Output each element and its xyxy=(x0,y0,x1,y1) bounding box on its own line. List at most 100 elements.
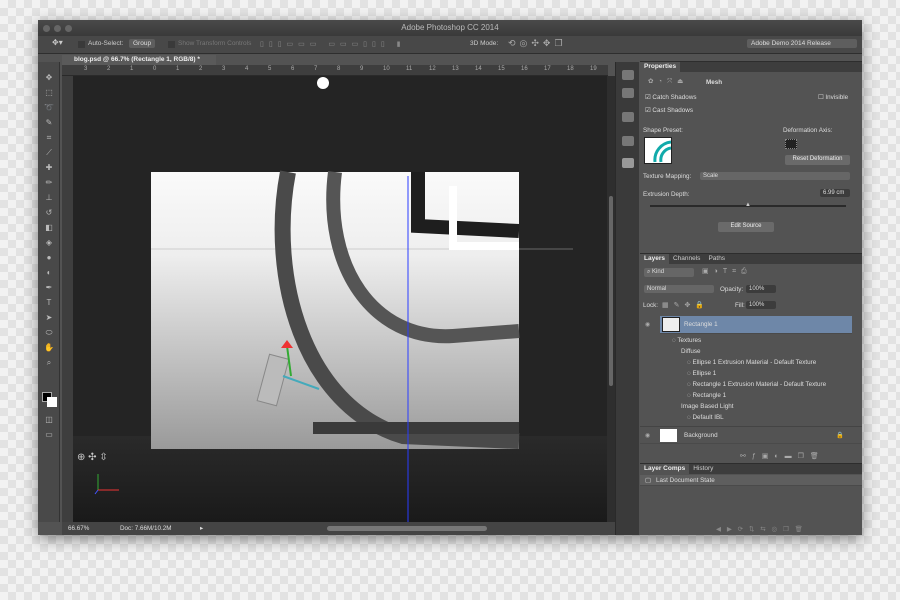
texture-item[interactable]: ◌ Ellipse 1 Extrusion Material - Default… xyxy=(687,359,816,366)
close-button[interactable] xyxy=(43,25,50,32)
blend-mode-dropdown[interactable]: Normal xyxy=(644,285,714,293)
lock-icons[interactable]: ▦✎✥🔒 xyxy=(662,301,709,309)
edit-source-button[interactable]: Edit Source xyxy=(718,222,774,232)
filter-type-icons[interactable]: ▣◑T⌗⎙ xyxy=(702,267,752,276)
3d-light-widget[interactable] xyxy=(317,77,329,89)
property-type-icons[interactable]: ✿◔⤧⏏ xyxy=(648,78,688,86)
layer-filter-kind[interactable]: Kind xyxy=(652,269,664,275)
deformation-axis-widget[interactable] xyxy=(785,139,797,149)
fill-input[interactable]: 100% xyxy=(746,301,776,309)
extrusion-depth-input[interactable]: 6.99 cm xyxy=(820,189,850,197)
auto-select-checkbox[interactable] xyxy=(78,41,85,48)
opacity-input[interactable]: 100% xyxy=(746,285,776,293)
invisible-checkbox[interactable]: ☐ Invisible xyxy=(818,94,848,101)
texture-mapping-dropdown[interactable]: Scale xyxy=(700,172,850,180)
marquee-tool-icon[interactable]: ⬚ xyxy=(43,87,55,98)
ruler-tick: 4 xyxy=(245,66,249,72)
hand-tool-icon[interactable]: ✋ xyxy=(43,342,55,353)
layer-effect-textures[interactable]: ◌ Textures xyxy=(672,337,701,344)
vertical-scrollbar[interactable] xyxy=(607,76,615,522)
move-tool-icon[interactable]: ✥▾ xyxy=(52,38,63,47)
layer-effect-ibl[interactable]: Image Based Light xyxy=(681,403,734,410)
texture-item[interactable]: ◌ Default IBL xyxy=(687,414,724,421)
texture-item[interactable]: ◌ Rectangle 1 Extrusion Material - Defau… xyxy=(687,381,826,388)
show-transform-label: Show Transform Controls xyxy=(178,40,252,47)
extrusion-depth-slider[interactable]: ▲ xyxy=(650,202,846,208)
align-icons[interactable]: ▯▯▯▭▭▭ ▭▭▭▯▯▯ ▮ xyxy=(260,40,406,48)
paint-bucket-icon[interactable]: ◈ xyxy=(43,237,55,248)
comp-icon: ▢ xyxy=(645,477,651,484)
pen-tool-icon[interactable]: ✒ xyxy=(43,282,55,293)
ruler-tick: 3 xyxy=(222,66,226,72)
shape-preset-thumbnail[interactable] xyxy=(644,137,672,164)
dodge-tool-icon[interactable]: ◐ xyxy=(43,267,55,278)
layers-icon[interactable] xyxy=(622,158,634,168)
path-select-icon[interactable]: ➤ xyxy=(43,312,55,323)
vertical-ruler[interactable] xyxy=(62,76,73,522)
status-menu-arrow-icon[interactable]: ▸ xyxy=(200,525,203,532)
adjustments-icon[interactable] xyxy=(622,136,634,146)
lasso-tool-icon[interactable]: ➰ xyxy=(43,102,55,113)
healing-tool-icon[interactable]: ✚ xyxy=(43,162,55,173)
workspace-dropdown[interactable]: Adobe Demo 2014 Release xyxy=(747,39,857,48)
3d-camera-icons[interactable]: ⊕ ✣ ⇳ xyxy=(77,452,108,463)
show-transform-checkbox[interactable] xyxy=(168,41,175,48)
histogram-icon[interactable] xyxy=(622,88,634,98)
ruler-tick: 10 xyxy=(383,66,390,72)
3d-mode-icons[interactable]: ⟲◎✣✥❒ xyxy=(508,38,567,49)
tab-channels[interactable]: Channels xyxy=(669,254,704,264)
zoom-tool-icon[interactable]: ⌕ xyxy=(43,357,55,368)
ruler-tick: 8 xyxy=(337,66,341,72)
tab-paths[interactable]: Paths xyxy=(704,254,729,264)
texture-item[interactable]: ◌ Ellipse 1 xyxy=(687,370,716,377)
doc-size: Doc: 7.66M/10.2M xyxy=(120,525,172,532)
layer-comp-row[interactable]: ▢ Last Document State xyxy=(640,475,862,486)
tab-layer-comps[interactable]: Layer Comps xyxy=(640,464,690,474)
maximize-button[interactable] xyxy=(65,25,72,32)
document-tab[interactable]: blog.psd @ 66.7% (Rectangle 1, RGB/8) * xyxy=(62,55,216,65)
layer-row-background[interactable]: ◉ Background 🔒 xyxy=(640,426,862,444)
layer-comp-action-icons[interactable]: ◀▶⟳⇅⇆◎❐🗑 xyxy=(716,525,809,533)
layer-action-icons[interactable]: ⚯ƒ▣◐▬❐🗑 xyxy=(740,452,825,460)
3d-panel-icon[interactable] xyxy=(622,70,634,80)
shape-tool-icon[interactable]: ⬭ xyxy=(43,327,55,338)
tab-layers[interactable]: Layers xyxy=(640,254,669,264)
3d-scene: ⊕ ✣ ⇳ xyxy=(73,77,607,522)
reset-deformation-button[interactable]: Reset Deformation xyxy=(785,155,850,165)
screen-mode-icon[interactable]: ▭ xyxy=(43,429,55,440)
horizontal-scrollbar[interactable] xyxy=(327,526,487,531)
brush-tool-icon[interactable]: ✏ xyxy=(43,177,55,188)
cube-icon[interactable] xyxy=(622,112,634,122)
zoom-level[interactable]: 66.67% xyxy=(68,525,89,532)
ruler-tick: 5 xyxy=(268,66,272,72)
ruler-tick: 9 xyxy=(360,66,364,72)
rectangle-extrusion xyxy=(313,422,519,434)
quick-select-tool-icon[interactable]: ✎ xyxy=(43,117,55,128)
visibility-eye-icon[interactable]: ◉ xyxy=(645,432,650,439)
type-tool-icon[interactable]: T xyxy=(43,297,55,308)
canvas-area[interactable]: ⊕ ✣ ⇳ xyxy=(73,76,607,522)
crop-tool-icon[interactable]: ⌗ xyxy=(43,132,55,143)
eraser-tool-icon[interactable]: ◧ xyxy=(43,222,55,233)
properties-tab[interactable]: Properties xyxy=(640,62,681,72)
quick-mask-icon[interactable]: ◫ xyxy=(43,414,55,425)
visibility-eye-icon[interactable]: ◉ xyxy=(645,321,650,328)
move-tool-icon[interactable]: ✥ xyxy=(43,72,55,83)
cast-shadows-checkbox[interactable]: ☑ Cast Shadows xyxy=(645,107,693,114)
eyedropper-tool-icon[interactable]: ⟋ xyxy=(43,147,55,158)
auto-select-dropdown[interactable]: Group xyxy=(129,39,156,48)
history-brush-icon[interactable]: ↺ xyxy=(43,207,55,218)
catch-shadows-checkbox[interactable]: ☑ Catch Shadows xyxy=(645,94,697,101)
photoshop-window: Adobe Photoshop CC 2014 ✥▾ Auto-Select: … xyxy=(38,20,862,535)
horizontal-ruler[interactable]: 3 2 1 0 1 2 3 4 5 6 7 8 9 10 11 12 13 14 15 16 17 18 19 xyxy=(62,65,608,76)
stamp-tool-icon[interactable]: ⊥ xyxy=(43,192,55,203)
layer-row-rectangle-1[interactable]: Rectangle 1 xyxy=(660,316,852,334)
layer-name: Rectangle 1 xyxy=(684,321,718,328)
blur-tool-icon[interactable]: ● xyxy=(43,252,55,263)
minimize-button[interactable] xyxy=(54,25,61,32)
label: Rectangle 1 Extrusion Material - Default… xyxy=(692,381,827,388)
texture-item[interactable]: ◌ Rectangle 1 xyxy=(687,392,726,399)
layer-effect-diffuse[interactable]: Diffuse xyxy=(681,348,700,355)
background-color-swatch[interactable] xyxy=(47,397,57,407)
tab-history[interactable]: History xyxy=(689,464,717,474)
